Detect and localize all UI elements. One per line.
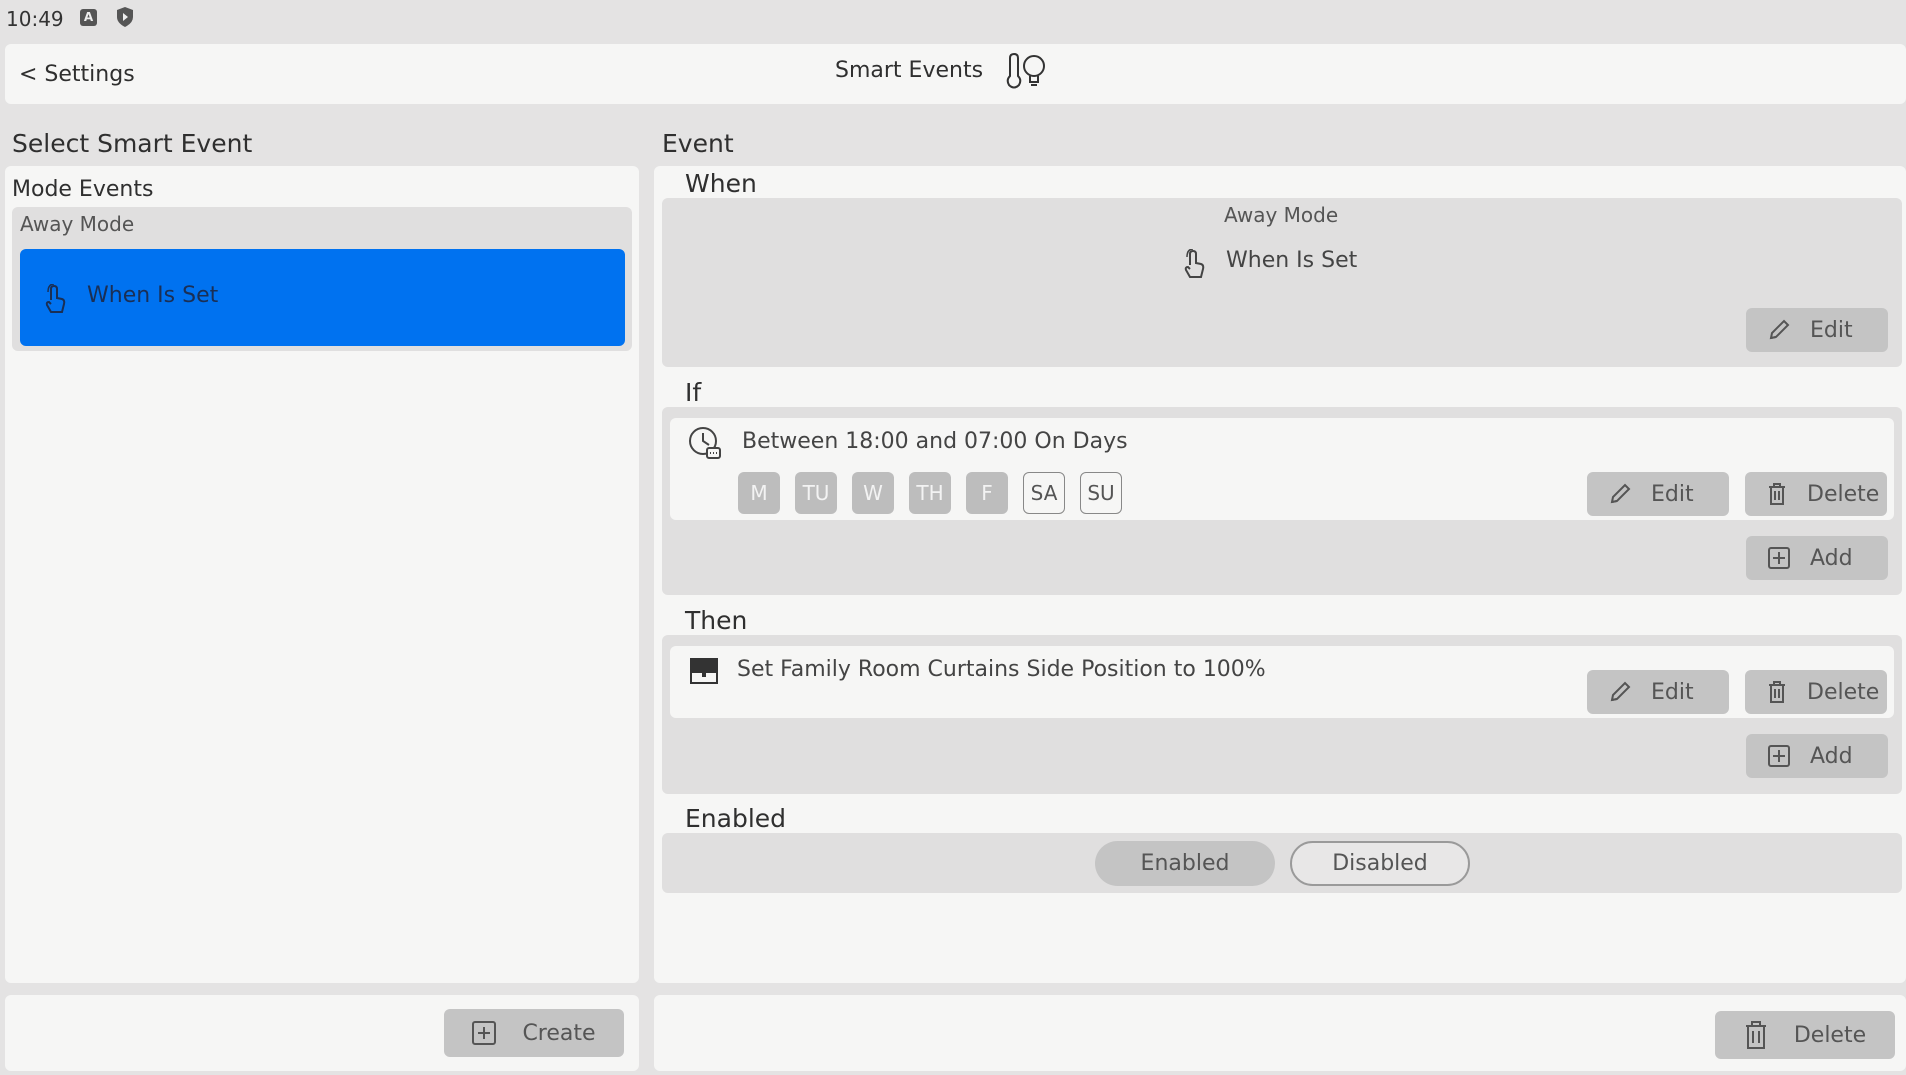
select-smart-event-heading: Select Smart Event bbox=[12, 129, 253, 158]
edit-label: Edit bbox=[1810, 317, 1853, 343]
touch-hand-icon bbox=[1181, 249, 1207, 281]
top-bar: < Settings Smart Events bbox=[5, 44, 1906, 104]
day-chip-sunday[interactable]: SU bbox=[1080, 472, 1122, 514]
day-chip-saturday[interactable]: SA bbox=[1023, 472, 1065, 514]
when-edit-button[interactable]: Edit bbox=[1746, 308, 1888, 352]
then-edit-button[interactable]: Edit bbox=[1587, 670, 1729, 714]
day-chip-monday[interactable]: M bbox=[738, 472, 780, 514]
trash-icon bbox=[1767, 681, 1787, 703]
away-mode-label: Away Mode bbox=[20, 212, 135, 236]
trash-icon bbox=[1744, 1021, 1768, 1049]
day-chip-tuesday[interactable]: TU bbox=[795, 472, 837, 514]
pencil-icon bbox=[1609, 483, 1631, 505]
create-event-button[interactable]: Create bbox=[444, 1009, 624, 1057]
clock-calendar-icon bbox=[688, 426, 722, 460]
day-chip-thursday[interactable]: TH bbox=[909, 472, 951, 514]
plus-square-icon bbox=[1768, 745, 1790, 767]
then-heading: Then bbox=[685, 606, 748, 635]
thermometer-bulb-icon bbox=[1002, 52, 1050, 92]
plus-square-icon bbox=[1768, 547, 1790, 569]
if-edit-button[interactable]: Edit bbox=[1587, 472, 1729, 516]
curtain-icon bbox=[690, 657, 718, 685]
when-heading: When bbox=[685, 169, 757, 198]
delete-label: Delete bbox=[1793, 1022, 1867, 1048]
edit-label: Edit bbox=[1651, 679, 1694, 705]
when-trigger-label: When Is Set bbox=[1226, 248, 1358, 273]
then-delete-button[interactable]: Delete bbox=[1745, 670, 1887, 714]
a-indicator-icon: A bbox=[80, 9, 97, 26]
enabled-section bbox=[662, 833, 1902, 893]
delete-event-button[interactable]: Delete bbox=[1715, 1011, 1895, 1059]
enabled-toggle-option[interactable]: Enabled bbox=[1095, 841, 1275, 886]
pencil-icon bbox=[1768, 319, 1790, 341]
event-heading: Event bbox=[662, 129, 734, 158]
enabled-heading: Enabled bbox=[685, 804, 787, 833]
delete-label: Delete bbox=[1807, 679, 1880, 705]
back-to-settings-button[interactable]: < Settings bbox=[19, 59, 135, 89]
add-label: Add bbox=[1810, 743, 1853, 769]
delete-label: Delete bbox=[1807, 481, 1880, 507]
if-add-button[interactable]: Add bbox=[1746, 536, 1888, 580]
shield-play-icon bbox=[115, 6, 135, 28]
day-chip-wednesday[interactable]: W bbox=[852, 472, 894, 514]
disabled-toggle-option[interactable]: Disabled bbox=[1290, 841, 1470, 886]
if-condition-text: Between 18:00 and 07:00 On Days bbox=[742, 429, 1128, 454]
when-mode-label: Away Mode bbox=[1224, 203, 1339, 227]
then-action-text: Set Family Room Curtains Side Position t… bbox=[737, 657, 1266, 682]
event-list-item-label: When Is Set bbox=[87, 283, 219, 308]
mode-events-label: Mode Events bbox=[12, 177, 154, 202]
if-delete-button[interactable]: Delete bbox=[1745, 472, 1887, 516]
status-time: 10:49 bbox=[6, 7, 64, 31]
create-label: Create bbox=[522, 1020, 596, 1046]
back-label: < Settings bbox=[19, 61, 135, 87]
page-title: Smart Events bbox=[835, 58, 984, 83]
add-label: Add bbox=[1810, 545, 1853, 571]
edit-label: Edit bbox=[1651, 481, 1694, 507]
plus-square-icon bbox=[472, 1021, 497, 1045]
trash-icon bbox=[1767, 483, 1787, 505]
status-bar bbox=[0, 0, 1906, 40]
if-heading: If bbox=[685, 378, 702, 407]
pencil-icon bbox=[1609, 681, 1631, 703]
day-chip-friday[interactable]: F bbox=[966, 472, 1008, 514]
touch-hand-icon bbox=[42, 284, 68, 316]
then-add-button[interactable]: Add bbox=[1746, 734, 1888, 778]
